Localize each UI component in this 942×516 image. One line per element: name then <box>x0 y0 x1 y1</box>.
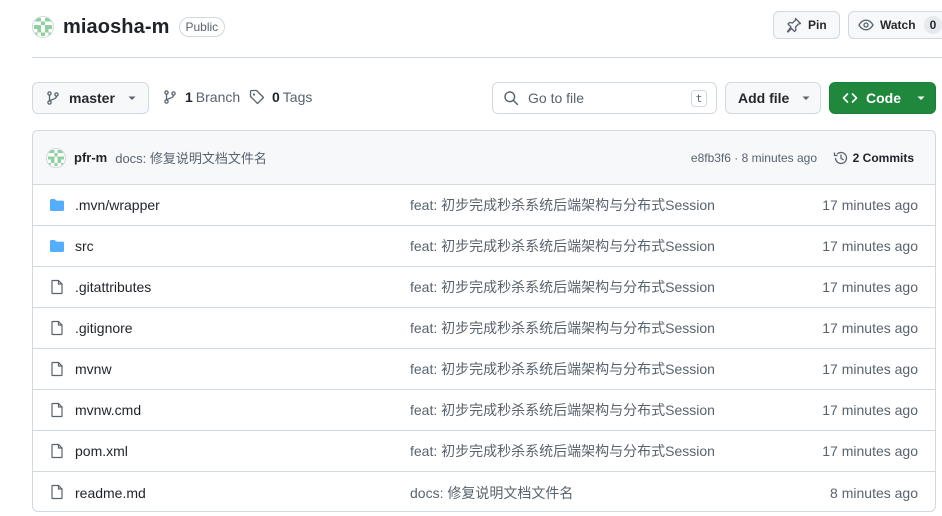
pin-label: Pin <box>808 18 827 32</box>
go-to-file-placeholder: Go to file <box>528 90 585 106</box>
file-row[interactable]: mvnw.cmd feat: 初步完成秒杀系统后端架构与分布式Session 17 … <box>33 390 935 431</box>
file-row[interactable]: .mvn/wrapper feat: 初步完成秒杀系统后端架构与分布式Sessio… <box>33 185 935 226</box>
folder-icon <box>49 238 65 254</box>
folder-icon <box>49 197 65 213</box>
search-icon <box>504 91 519 106</box>
code-button[interactable]: Code <box>829 82 936 114</box>
pin-icon <box>786 17 802 33</box>
file-row[interactable]: mvnw feat: 初步完成秒杀系统后端架构与分布式Session 17 minu… <box>33 349 935 390</box>
go-to-file-input[interactable]: Go to file t <box>492 82 717 114</box>
branch-count: 1 <box>185 89 193 105</box>
visibility-badge: Public <box>178 17 226 37</box>
file-row[interactable]: src feat: 初步完成秒杀系统后端架构与分布式Session 17 minut… <box>33 226 935 267</box>
repo-owner-avatar[interactable] <box>32 16 54 38</box>
file-commit-age: 17 minutes ago <box>822 197 918 213</box>
file-name-link[interactable]: mvnw <box>75 361 112 377</box>
file-name-link[interactable]: readme.md <box>75 485 146 501</box>
commits-count-label: 2 Commits <box>852 150 914 165</box>
author-avatar[interactable] <box>46 147 66 168</box>
caret-down-icon <box>128 96 136 100</box>
tags-link[interactable]: 0 Tags <box>249 89 312 105</box>
file-name-link[interactable]: .gitignore <box>75 320 133 336</box>
watch-button[interactable]: Watch 0 <box>848 11 942 39</box>
file-commit-message-link[interactable]: feat: 初步完成秒杀系统后端架构与分布式Session <box>410 400 715 420</box>
branch-name: master <box>69 90 115 106</box>
commit-message-link[interactable]: docs: 修复说明文档文件名 <box>115 148 267 167</box>
file-icon <box>49 402 65 418</box>
file-commit-age: 17 minutes ago <box>822 320 918 336</box>
file-commit-age: 17 minutes ago <box>822 238 918 254</box>
add-file-button[interactable]: Add file <box>725 82 821 114</box>
git-branch-icon <box>47 91 59 105</box>
latest-commit-bar: pfr-m docs: 修复说明文档文件名 e8fb3f6 · 8 minute… <box>33 131 935 185</box>
commit-sha-time[interactable]: e8fb3f6 · 8 minutes ago <box>691 151 817 165</box>
file-name-link[interactable]: src <box>75 238 94 254</box>
branch-selector-button[interactable]: master <box>32 82 149 114</box>
watch-count: 0 <box>923 16 942 34</box>
eye-icon <box>858 19 874 31</box>
tag-count-label: Tags <box>282 89 313 105</box>
file-commit-age: 17 minutes ago <box>822 443 918 459</box>
file-name-link[interactable]: mvnw.cmd <box>75 402 141 418</box>
file-name-link[interactable]: .gitattributes <box>75 279 151 295</box>
file-commit-message-link[interactable]: feat: 初步完成秒杀系统后端架构与分布式Session <box>410 359 715 379</box>
file-commit-age: 17 minutes ago <box>822 361 918 377</box>
tag-count: 0 <box>272 89 280 105</box>
file-commit-message-link[interactable]: feat: 初步完成秒杀系统后端架构与分布式Session <box>410 277 715 297</box>
file-commit-message-link[interactable]: feat: 初步完成秒杀系统后端架构与分布式Session <box>410 318 715 338</box>
branch-count-label: Branch <box>195 89 241 105</box>
code-label: Code <box>866 90 901 106</box>
file-row[interactable]: pom.xml feat: 初步完成秒杀系统后端架构与分布式Session 17 m… <box>33 431 935 472</box>
file-row[interactable]: .gitattributes feat: 初步完成秒杀系统后端架构与分布式Sess… <box>33 267 935 308</box>
git-branch-icon <box>164 90 176 104</box>
file-commit-message-link[interactable]: feat: 初步完成秒杀系统后端架构与分布式Session <box>410 441 715 461</box>
file-icon <box>49 484 65 500</box>
commit-author-link[interactable]: pfr-m <box>74 150 107 165</box>
shortcut-hint: t <box>691 90 707 107</box>
file-icon <box>49 320 65 336</box>
file-commit-message-link[interactable]: feat: 初步完成秒杀系统后端架构与分布式Session <box>410 195 715 215</box>
history-icon <box>833 151 847 164</box>
file-icon <box>49 361 65 377</box>
file-commit-age: 17 minutes ago <box>822 402 918 418</box>
pin-button[interactable]: Pin <box>773 11 840 39</box>
file-commit-age: 8 minutes ago <box>830 484 918 501</box>
file-commit-message-link[interactable]: feat: 初步完成秒杀系统后端架构与分布式Session <box>410 236 715 256</box>
header-divider <box>32 57 942 58</box>
commits-history-link[interactable]: 2 Commits <box>833 150 914 166</box>
repo-header: miaosha-m Public <box>32 10 226 44</box>
file-icon <box>49 443 65 459</box>
file-row[interactable]: readme.md docs: 修复说明文档文件名 8 minutes ago <box>33 472 935 511</box>
file-name-link[interactable]: pom.xml <box>75 443 128 459</box>
code-icon <box>842 93 858 103</box>
repo-name-link[interactable]: miaosha-m <box>63 16 170 39</box>
file-commit-age: 17 minutes ago <box>822 279 918 295</box>
file-row[interactable]: .gitignore feat: 初步完成秒杀系统后端架构与分布式Session 1… <box>33 308 935 349</box>
caret-down-icon <box>917 96 925 100</box>
file-icon <box>49 279 65 295</box>
file-commit-message-link[interactable]: docs: 修复说明文档文件名 <box>410 483 573 503</box>
add-file-label: Add file <box>738 90 790 106</box>
branches-link[interactable]: 1 Branch <box>162 89 240 105</box>
watch-label: Watch <box>880 18 916 32</box>
caret-down-icon <box>802 96 810 100</box>
tag-icon <box>249 89 265 105</box>
file-name-link[interactable]: .mvn/wrapper <box>75 197 160 213</box>
file-browser: pfr-m docs: 修复说明文档文件名 e8fb3f6 · 8 minute… <box>32 130 936 512</box>
